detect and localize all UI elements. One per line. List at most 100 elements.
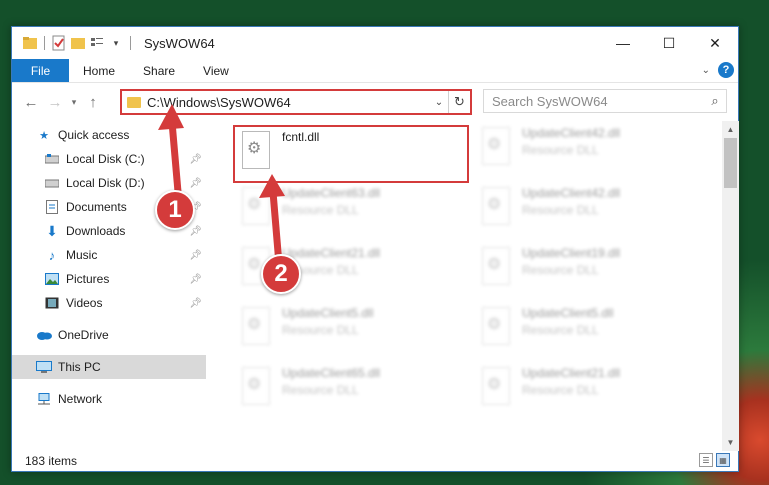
file-type: Resource DLL xyxy=(522,143,599,157)
sidebar-item-label: Network xyxy=(58,392,103,406)
tab-home[interactable]: Home xyxy=(69,59,129,82)
file-name: UpdateClient19.dll xyxy=(522,246,621,260)
dll-file-icon: ⚙ xyxy=(238,307,274,351)
ribbon-controls: ⌄ ? xyxy=(702,62,734,78)
sidebar-item-videos[interactable]: Videos 📌︎ xyxy=(12,291,206,315)
explorer-window: ▾ SysWOW64 — ☐ ✕ File Home Share View ⌄ … xyxy=(11,26,739,472)
address-dropdown-icon[interactable]: ⌄ xyxy=(430,97,448,108)
recent-locations-button[interactable]: ▾ xyxy=(67,90,81,114)
properties-icon[interactable] xyxy=(51,35,67,51)
cloud-icon xyxy=(36,327,52,343)
folder-icon xyxy=(22,35,38,51)
dll-file-icon: ⚙ xyxy=(478,307,514,351)
forward-button[interactable]: → xyxy=(43,90,67,114)
file-item[interactable]: ⚙ UpdateClient42.dll Resource DLL xyxy=(472,123,702,177)
dll-file-icon: ⚙ xyxy=(238,367,274,411)
sidebar-item-onedrive[interactable]: OneDrive xyxy=(12,323,206,347)
pin-icon[interactable]: 📌︎ xyxy=(189,298,202,309)
file-type: Resource DLL xyxy=(522,263,599,277)
sidebar-item-label: OneDrive xyxy=(58,328,109,342)
file-item[interactable]: ⚙ UpdateClient19.dll Resource DLL xyxy=(472,243,702,297)
step-badge-1: 1 xyxy=(155,190,195,230)
dll-file-icon: ⚙ xyxy=(478,367,514,411)
close-button[interactable]: ✕ xyxy=(692,27,738,59)
window-controls: — ☐ ✕ xyxy=(600,27,738,59)
drive-icon xyxy=(44,175,60,191)
up-button[interactable]: ↑ xyxy=(81,90,105,114)
scroll-up-icon[interactable]: ▲ xyxy=(722,121,739,138)
back-button[interactable]: ← xyxy=(19,90,43,114)
sidebar-item-label: This PC xyxy=(58,360,101,374)
file-name: UpdateClient65.dll xyxy=(282,366,381,380)
vertical-scrollbar[interactable]: ▲ ▼ xyxy=(722,121,739,451)
file-item[interactable]: ⚙ UpdateClient5.dll Resource DLL xyxy=(472,303,702,357)
toolbar-divider xyxy=(130,36,131,50)
quick-access-toolbar: ▾ xyxy=(12,35,134,51)
new-folder-icon[interactable] xyxy=(70,35,86,51)
ribbon-tabs: File Home Share View ⌄ ? xyxy=(12,59,738,83)
search-box[interactable]: Search SysWOW64 ⌕ xyxy=(483,89,727,113)
file-name: UpdateClient5.dll xyxy=(282,306,374,320)
network-icon xyxy=(36,391,52,407)
sidebar-item-label: Pictures xyxy=(66,272,110,286)
toolbar-divider xyxy=(44,36,45,50)
sidebar-item-label: Quick access xyxy=(58,128,130,142)
item-count: 183 items xyxy=(25,454,78,468)
sidebar-item-label: Downloads xyxy=(66,224,126,238)
pin-icon[interactable]: 📌︎ xyxy=(189,274,202,285)
sidebar-item-label: Documents xyxy=(66,200,127,214)
dll-file-icon: ⚙ xyxy=(478,187,514,231)
search-input[interactable]: Search SysWOW64 xyxy=(484,94,704,109)
view-icon[interactable] xyxy=(89,35,105,51)
search-icon[interactable]: ⌕ xyxy=(704,93,726,109)
music-icon: ♪ xyxy=(48,247,56,263)
file-type: Resource DLL xyxy=(522,323,599,337)
refresh-icon[interactable]: ↻ xyxy=(448,91,470,113)
scroll-down-icon[interactable]: ▼ xyxy=(722,434,739,451)
details-view-icon[interactable]: ☰ xyxy=(699,453,713,467)
sidebar-item-network[interactable]: Network xyxy=(12,387,206,411)
maximize-button[interactable]: ☐ xyxy=(646,27,692,59)
sidebar-item-label: Music xyxy=(66,248,98,262)
pin-icon[interactable]: 📌︎ xyxy=(189,226,202,237)
expand-ribbon-icon[interactable]: ⌄ xyxy=(702,65,710,76)
navigation-bar: ← → ▾ ↑ C:\Windows\SysWOW64 ⌄ ↻ Search S… xyxy=(12,84,738,120)
tab-view[interactable]: View xyxy=(189,59,243,82)
videos-icon xyxy=(44,295,60,311)
star-icon: ★ xyxy=(39,129,49,142)
sidebar-item-label: Local Disk (D:) xyxy=(66,176,145,190)
sidebar-item-pictures[interactable]: Pictures 📌︎ xyxy=(12,267,206,291)
sidebar-item-label: Videos xyxy=(66,296,103,310)
file-type: Resource DLL xyxy=(522,203,599,217)
window-title: SysWOW64 xyxy=(144,35,215,51)
file-item[interactable]: ⚙ UpdateClient65.dll Resource DLL xyxy=(232,363,462,417)
sidebar-item-music[interactable]: ♪ Music 📌︎ xyxy=(12,243,206,267)
minimize-button[interactable]: — xyxy=(600,27,646,59)
drive-icon xyxy=(44,151,60,167)
scroll-thumb[interactable] xyxy=(724,138,737,188)
file-name: UpdateClient21.dll xyxy=(522,366,621,380)
file-item[interactable]: ⚙ UpdateClient21.dll Resource DLL xyxy=(472,363,702,417)
file-type: Resource DLL xyxy=(522,383,599,397)
status-bar: 183 items ☰ ▦ xyxy=(12,451,738,471)
download-icon: ⬇ xyxy=(46,222,58,239)
sidebar-item-this-pc[interactable]: This PC xyxy=(12,355,206,379)
pictures-icon xyxy=(44,271,60,287)
dll-file-icon: ⚙ xyxy=(478,247,514,291)
view-switcher: ☰ ▦ xyxy=(699,453,730,467)
file-type: Resource DLL xyxy=(282,383,359,397)
title-bar: ▾ SysWOW64 — ☐ ✕ xyxy=(12,27,738,59)
pin-icon[interactable]: 📌︎ xyxy=(189,250,202,261)
file-item[interactable]: ⚙ UpdateClient42.dll Resource DLL xyxy=(472,183,702,237)
document-icon xyxy=(44,199,60,215)
help-icon[interactable]: ? xyxy=(718,62,734,78)
file-name: UpdateClient5.dll xyxy=(522,306,614,320)
tab-share[interactable]: Share xyxy=(129,59,189,82)
file-type: Resource DLL xyxy=(282,323,359,337)
chevron-down-icon[interactable]: ▾ xyxy=(108,35,124,51)
step-badge-2: 2 xyxy=(261,254,301,294)
file-item[interactable]: ⚙ UpdateClient5.dll Resource DLL xyxy=(232,303,462,357)
tab-file[interactable]: File xyxy=(12,59,69,82)
tiles-view-icon[interactable]: ▦ xyxy=(716,453,730,467)
file-name: UpdateClient42.dll xyxy=(522,126,621,140)
